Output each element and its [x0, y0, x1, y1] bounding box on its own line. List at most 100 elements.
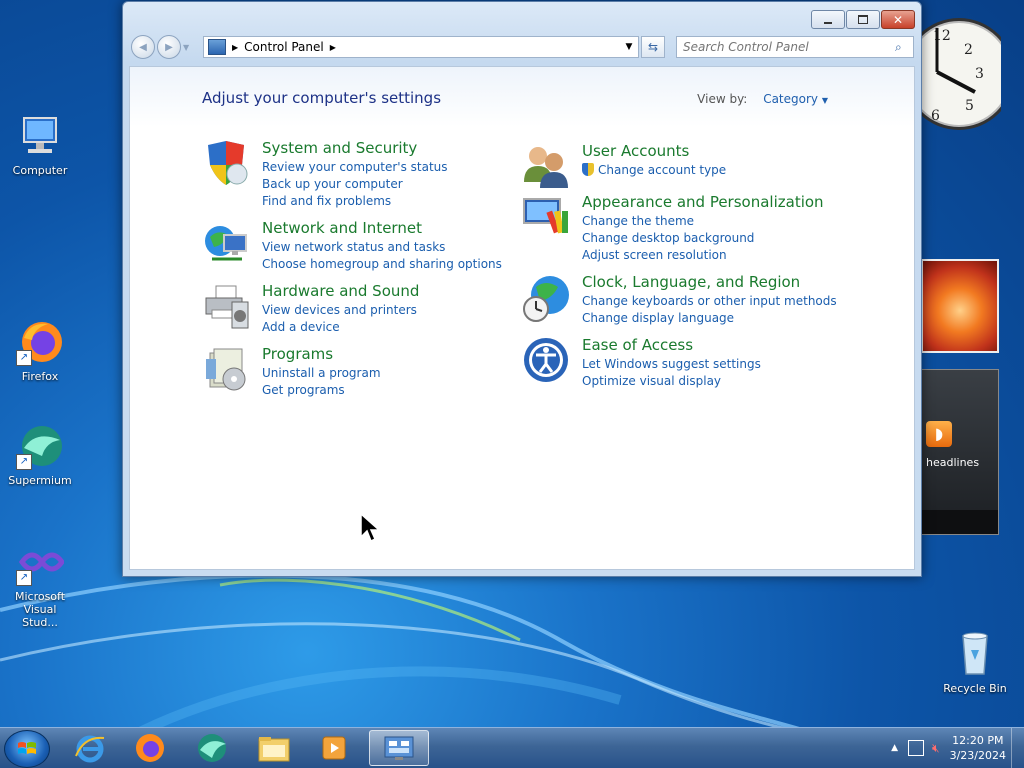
display-palette-icon[interactable] — [522, 193, 572, 243]
category-link[interactable]: Back up your computer — [262, 176, 448, 193]
file-explorer-icon — [258, 737, 290, 762]
clock-gadget[interactable]: 12 2 3 5 6 — [903, 6, 1015, 130]
desktop-icon-label: Recycle Bin — [943, 682, 1007, 695]
breadcrumb-separator-icon[interactable]: ▶ — [232, 43, 238, 52]
taskbar-file-explorer[interactable] — [246, 730, 302, 766]
address-dropdown-icon[interactable]: ▼ — [620, 42, 638, 52]
start-button[interactable] — [4, 730, 50, 768]
category-link[interactable]: Change keyboards or other input methods — [582, 293, 837, 310]
firefox-icon — [136, 734, 164, 762]
network-status-icon[interactable] — [908, 740, 925, 756]
taskbar-media-player[interactable] — [306, 730, 362, 766]
minimize-icon — [824, 21, 832, 24]
category-link[interactable]: Get programs — [262, 382, 381, 399]
view-by-label: View by: — [697, 92, 748, 106]
close-button[interactable]: ✕ — [881, 10, 915, 29]
desktop-icon-label: Microsoft Visual Stud... — [14, 590, 66, 629]
desktop-icon-recycle-bin[interactable]: Recycle Bin — [935, 630, 1015, 695]
category-hardware-sound: Hardware and Sound View devices and prin… — [202, 282, 419, 336]
show-hidden-icons-button[interactable]: ▲ — [891, 743, 898, 753]
category-link[interactable]: Change display language — [582, 310, 837, 327]
category-link[interactable]: View devices and printers — [262, 302, 419, 319]
view-by-dropdown[interactable]: Category ▼ — [763, 92, 828, 106]
back-button[interactable]: ◀ — [131, 35, 155, 59]
category-title[interactable]: System and Security — [262, 139, 448, 157]
svg-text:2: 2 — [964, 42, 973, 58]
category-title[interactable]: Clock, Language, and Region — [582, 273, 837, 291]
feed-headlines-gadget[interactable]: ◗ headlines — [921, 369, 999, 535]
shield-icon[interactable] — [202, 139, 252, 189]
category-link[interactable]: Optimize visual display — [582, 373, 761, 390]
show-desktop-button[interactable] — [1011, 728, 1024, 768]
notification-area: ▲ 🔇︎ 12:20 PM 3/23/2024 — [891, 728, 1024, 768]
category-link[interactable]: Let Windows suggest settings — [582, 356, 761, 373]
category-ease-of-access: Ease of Access Let Windows suggest setti… — [522, 336, 761, 390]
taskbar-control-panel[interactable] — [369, 730, 429, 766]
printer-icon[interactable] — [202, 282, 252, 332]
category-link[interactable]: Change account type — [582, 162, 726, 179]
category-network-internet: Network and Internet View network status… — [202, 219, 502, 273]
taskbar-firefox[interactable] — [122, 730, 178, 766]
address-bar[interactable]: ▶ Control Panel ▶ ▼ — [203, 36, 639, 58]
category-link[interactable]: View network status and tasks — [262, 239, 502, 256]
breadcrumb-separator-icon[interactable]: ▶ — [330, 43, 336, 52]
minimize-button[interactable] — [811, 10, 845, 29]
category-title[interactable]: User Accounts — [582, 142, 726, 160]
forward-arrow-icon: ▶ — [165, 41, 173, 53]
refresh-button[interactable]: ⇆ — [641, 36, 665, 58]
refresh-icon: ⇆ — [647, 40, 659, 54]
internet-explorer-icon — [75, 735, 105, 763]
taskbar-supermium[interactable] — [184, 730, 240, 766]
category-title[interactable]: Ease of Access — [582, 336, 761, 354]
search-box[interactable]: ⌕ — [676, 36, 914, 58]
category-link[interactable]: Change desktop background — [582, 230, 824, 247]
control-panel-window[interactable]: ✕ ◀ ▶ ▼ ▶ Control Panel ▶ ▼ ⇆ ⌕ Adjust y… — [122, 1, 922, 577]
firefox-icon: ↗ — [16, 318, 64, 366]
category-link[interactable]: Choose homegroup and sharing options — [262, 256, 502, 273]
category-link[interactable]: Find and fix problems — [262, 193, 448, 210]
slideshow-gadget[interactable] — [921, 259, 999, 353]
category-title[interactable]: Network and Internet — [262, 219, 502, 237]
control-panel-icon — [384, 736, 414, 760]
category-title[interactable]: Hardware and Sound — [262, 282, 419, 300]
maximize-icon — [858, 15, 868, 24]
category-link[interactable]: Review your computer's status — [262, 159, 448, 176]
category-link[interactable]: Change the theme — [582, 213, 824, 230]
category-link[interactable]: Add a device — [262, 319, 419, 336]
category-link[interactable]: Adjust screen resolution — [582, 247, 824, 264]
clock[interactable]: 12:20 PM 3/23/2024 — [950, 733, 1006, 763]
category-title[interactable]: Appearance and Personalization — [582, 193, 824, 211]
recycle-bin-icon — [951, 630, 999, 678]
clock-date: 3/23/2024 — [949, 749, 1006, 762]
uac-shield-icon — [582, 163, 594, 176]
volume-muted-icon[interactable]: 🔇︎ — [932, 741, 940, 756]
dropdown-arrow-icon: ▼ — [821, 96, 828, 105]
recent-pages-chevron-icon[interactable]: ▼ — [183, 43, 189, 52]
category-clock-language-region: Clock, Language, and Region Change keybo… — [522, 273, 837, 327]
desktop-icon-firefox[interactable]: ↗ Firefox — [0, 318, 80, 383]
navigation-bar: ◀ ▶ ▼ ▶ Control Panel ▶ ▼ ⇆ ⌕ — [131, 34, 914, 60]
shortcut-arrow-icon: ↗ — [16, 570, 32, 586]
forward-button[interactable]: ▶ — [157, 35, 181, 59]
search-input[interactable] — [681, 39, 895, 55]
rss-icon: ◗ — [926, 421, 952, 447]
maximize-button[interactable] — [846, 10, 880, 29]
windows-logo-icon — [18, 742, 36, 754]
desktop-icon-visual-studio[interactable]: ↗ Microsoft Visual Stud... — [0, 538, 80, 629]
search-icon[interactable]: ⌕ — [895, 40, 913, 55]
category-link[interactable]: Uninstall a program — [262, 365, 381, 382]
breadcrumb-control-panel[interactable]: Control Panel — [244, 40, 324, 54]
desktop-icon-label: Firefox — [21, 370, 59, 383]
programs-icon[interactable] — [202, 345, 252, 395]
computer-icon — [16, 112, 64, 160]
taskbar-internet-explorer[interactable] — [62, 730, 118, 766]
network-globe-icon[interactable] — [202, 219, 252, 269]
desktop-icon-supermium[interactable]: ↗ Supermium — [0, 422, 80, 487]
close-icon: ✕ — [892, 12, 904, 27]
category-title[interactable]: Programs — [262, 345, 381, 363]
view-by: View by: Category ▼ — [697, 92, 828, 106]
clock-globe-icon[interactable] — [522, 273, 572, 323]
ease-of-access-icon[interactable] — [522, 336, 572, 386]
users-icon[interactable] — [522, 142, 572, 192]
desktop-icon-computer[interactable]: Computer — [0, 112, 80, 177]
